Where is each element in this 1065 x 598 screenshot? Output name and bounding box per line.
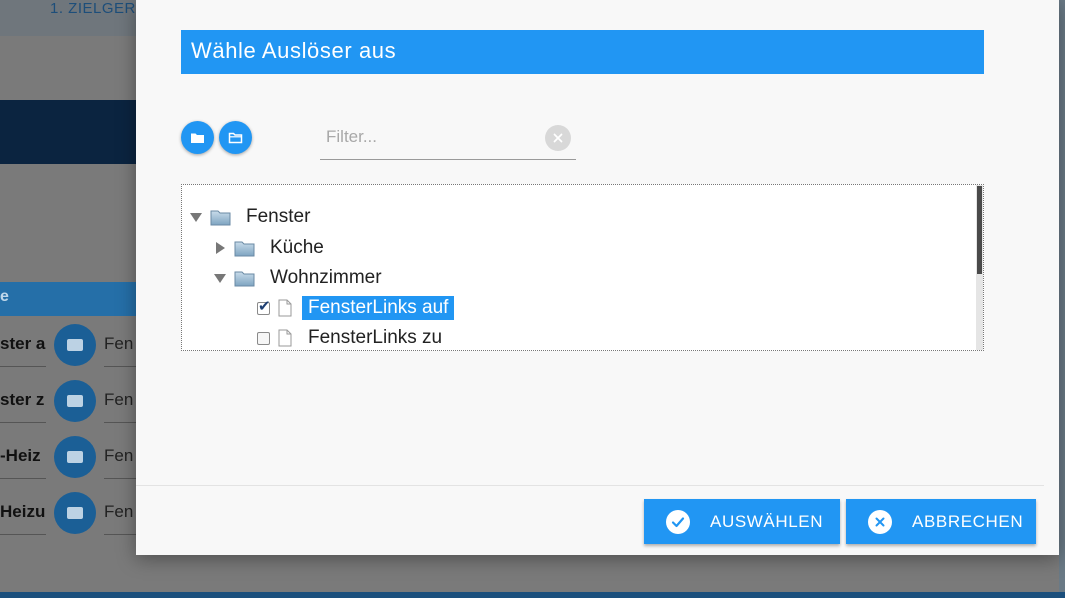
background-row-label: Heizu bbox=[0, 502, 46, 521]
expand-toggle-open-icon[interactable] bbox=[214, 272, 226, 284]
cancel-button-label: ABBRECHEN bbox=[912, 511, 1024, 531]
clear-filter-button[interactable] bbox=[545, 125, 571, 151]
background-top-title: 1. ZIELGER bbox=[50, 0, 136, 17]
expand-toggle-closed-icon[interactable] bbox=[214, 242, 226, 254]
search-icon bbox=[54, 324, 96, 366]
background-row-value: Fen bbox=[104, 390, 134, 409]
tree-leaf-fensterlinks-auf: FensterLinks auf bbox=[257, 295, 455, 321]
tree-leaf-fensterlinks-zu: FensterLinks zu bbox=[257, 325, 448, 350]
filter-field bbox=[320, 118, 576, 160]
search-icon bbox=[54, 380, 96, 422]
select-button[interactable]: AUSWÄHLEN bbox=[644, 499, 840, 544]
select-trigger-dialog: Wähle Auslöser aus Fenster bbox=[136, 0, 1059, 555]
background-row-value: Fen bbox=[104, 334, 134, 353]
folder-open-icon bbox=[228, 132, 243, 143]
background-header-left-text: e bbox=[0, 288, 9, 305]
tree-scroll-thumb[interactable] bbox=[977, 186, 982, 274]
node-checkbox[interactable] bbox=[257, 297, 271, 315]
folder-icon bbox=[210, 210, 231, 225]
dialog-title: Wähle Auslöser aus bbox=[181, 30, 984, 74]
node-checkbox[interactable] bbox=[257, 331, 270, 345]
document-icon bbox=[278, 299, 292, 317]
expand-all-button[interactable] bbox=[181, 121, 214, 154]
background-bottom-bar bbox=[0, 592, 1065, 598]
expand-toggle-open-icon[interactable] bbox=[190, 211, 202, 223]
tree-node-label[interactable]: Küche bbox=[264, 236, 330, 260]
search-icon bbox=[54, 436, 96, 478]
dialog-footer-divider bbox=[136, 485, 1044, 486]
close-icon bbox=[553, 133, 563, 143]
background-row-label: ster z bbox=[0, 390, 45, 409]
background-row-label: ster a bbox=[0, 334, 46, 353]
tree-node-label[interactable]: Wohnzimmer bbox=[264, 266, 388, 290]
check-circle-icon bbox=[666, 509, 690, 534]
collapse-all-button[interactable] bbox=[219, 121, 252, 154]
search-icon bbox=[54, 492, 96, 534]
trigger-tree[interactable]: Fenster Küche Wohnzimmer ✔ FensterLinks … bbox=[181, 184, 984, 351]
close-circle-icon bbox=[868, 509, 892, 534]
tree-node-wohnzimmer: Wohnzimmer bbox=[214, 265, 388, 291]
tree-node-root: Fenster bbox=[190, 204, 316, 230]
document-icon bbox=[278, 329, 292, 347]
background-row-value: Fen bbox=[104, 446, 134, 465]
folder-icon bbox=[234, 241, 255, 256]
folder-filled-icon bbox=[191, 133, 204, 143]
filter-input[interactable] bbox=[326, 124, 536, 150]
background-right-edge bbox=[1059, 0, 1065, 598]
tree-node-label[interactable]: FensterLinks zu bbox=[302, 326, 448, 350]
background-row-value: Fen bbox=[104, 502, 134, 521]
tree-node-label[interactable]: FensterLinks auf bbox=[302, 296, 455, 320]
cancel-button[interactable]: ABBRECHEN bbox=[846, 499, 1036, 544]
background-row-label: -Heiz bbox=[0, 446, 41, 465]
tree-node-label[interactable]: Fenster bbox=[240, 205, 316, 229]
select-button-label: AUSWÄHLEN bbox=[710, 511, 824, 531]
tree-node-kueche: Küche bbox=[214, 235, 330, 261]
folder-icon bbox=[234, 271, 255, 286]
tree-scrollbar[interactable] bbox=[976, 185, 983, 350]
